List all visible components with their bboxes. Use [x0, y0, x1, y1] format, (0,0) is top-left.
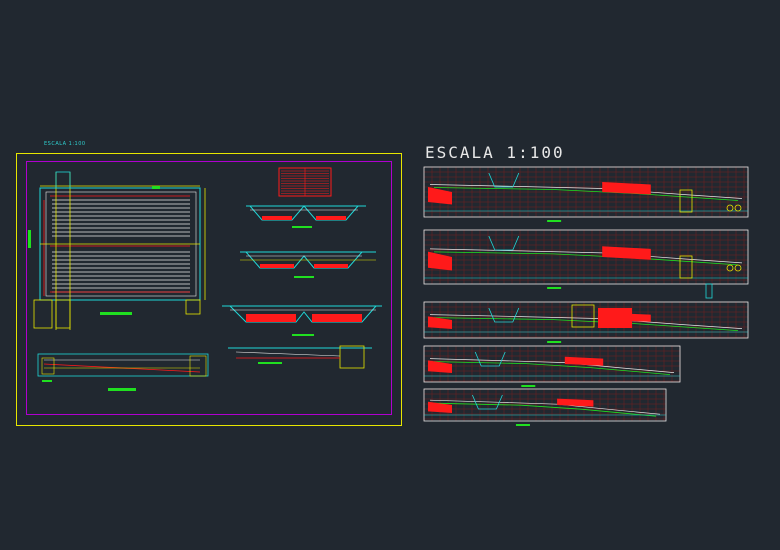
sheet-border — [16, 153, 402, 426]
section-1 — [246, 205, 366, 228]
section-3 — [222, 305, 382, 336]
cad-drawing-canvas[interactable] — [0, 0, 780, 550]
profile-strip-1 — [423, 166, 749, 222]
section-2 — [240, 251, 376, 278]
profile-strip-5 — [423, 388, 667, 426]
plan-view — [28, 171, 206, 330]
left-sheet — [16, 153, 402, 426]
section-4 — [228, 345, 372, 369]
longitudinal-section — [37, 353, 209, 391]
title-block — [278, 167, 332, 197]
cross-sections — [222, 205, 382, 369]
profiles-area — [423, 166, 749, 426]
profile-strip-4 — [423, 345, 681, 387]
profile-strip-2 — [423, 229, 749, 289]
profile-strip-3 — [423, 301, 749, 343]
